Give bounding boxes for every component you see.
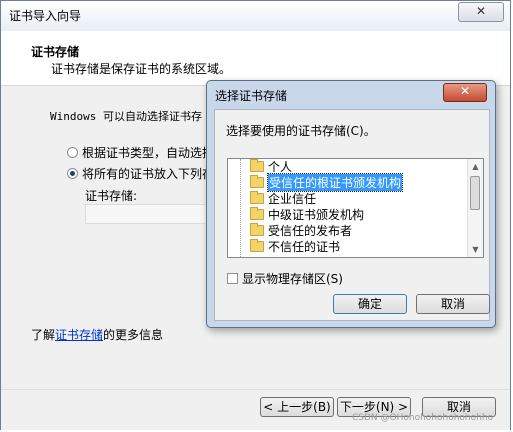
radio-manual[interactable] [67,167,78,179]
store-tree[interactable]: 个人 受信任的根证书颁发机构 企业信任 中级证书颁发机构 受信任的发布者 不信任… [227,158,484,258]
radio-auto[interactable] [67,146,78,158]
scroll-up-icon[interactable]: ▲ [468,159,483,174]
folder-icon [250,175,264,188]
learn-suffix: 的更多信息 [103,328,164,342]
tree-item-label: 个人 [268,160,293,174]
scroll-down-icon[interactable]: ▼ [468,242,483,257]
intro-text: Windows 可以自动选择证书存 [50,110,202,123]
tree-item[interactable]: 个人 [250,159,292,174]
dialog-close-button[interactable]: ✕ [443,83,487,102]
radio-manual-row[interactable]: 将所有的证书放入下列存 [67,165,214,181]
folder-icon [250,207,264,220]
learn-more: 了解证书存储的更多信息 [31,326,163,343]
wizard-close-button[interactable]: ✕ [458,2,504,22]
close-icon: ✕ [459,84,471,98]
dialog-cancel-button[interactable]: 取消 [416,294,490,314]
ok-button[interactable]: 确定 [333,294,407,314]
wizard-title: 证书导入向导 [9,9,82,23]
tree-item-selected[interactable]: 受信任的根证书颁发机构 [250,173,404,192]
tree-item-label: 中级证书颁发机构 [268,208,365,222]
learn-prefix: 了解 [31,328,56,342]
show-physical-row[interactable]: 显示物理存储区(S) [227,270,343,287]
page-title: 证书存储 [31,45,80,59]
dialog-title: 选择证书存储 [215,89,288,103]
tree-item-label: 受信任的根证书颁发机构 [266,173,404,192]
tree-scrollbar[interactable]: ▲ ▼ [467,159,483,257]
store-label: 证书存储: [85,189,138,203]
tree-item-label: 企业信任 [268,192,317,206]
select-store-dialog: 选择证书存储 ✕ 选择要使用的证书存储(C)。 个人 受信任的根证书颁发机构 企… [206,80,496,328]
dialog-prompt: 选择要使用的证书存储(C)。 [226,124,376,138]
folder-icon [250,239,264,252]
folder-icon [250,159,264,172]
folder-icon [250,223,264,236]
tree-item[interactable]: 企业信任 [250,191,316,206]
wizard-footer: < 上一步(B) 下一步(N) > 取消 [1,389,510,430]
tree-item-label: 不信任的证书 [268,240,341,254]
radio-auto-label: 根据证书类型，自动选择 [82,145,215,160]
tree-item[interactable]: 中级证书颁发机构 [250,207,364,222]
dialog-content: 选择要使用的证书存储(C)。 个人 受信任的根证书颁发机构 企业信任 中级证书颁… [214,109,490,321]
folder-icon [250,191,264,204]
wizard-titlebar: 证书导入向导 ✕ [1,1,510,31]
tree-item[interactable]: 受信任的发布者 [250,223,352,238]
wizard-header: 证书存储 证书存储是保存证书的系统区域。 [1,31,510,86]
back-button[interactable]: < 上一步(B) [260,397,334,417]
close-icon: ✕ [475,4,487,18]
tree-item-label: 受信任的发布者 [268,224,353,238]
show-physical-label: 显示物理存储区(S) [242,272,343,286]
radio-manual-label: 将所有的证书放入下列存 [82,166,215,181]
show-physical-checkbox[interactable] [227,273,238,284]
page-subtitle: 证书存储是保存证书的系统区域。 [51,62,232,76]
watermark: CSDN @OHohohohohohohohho [352,413,494,423]
learn-more-link[interactable]: 证书存储 [55,328,103,342]
radio-auto-row[interactable]: 根据证书类型，自动选择 [67,144,214,160]
tree-item[interactable]: 不信任的证书 [250,239,340,254]
scroll-thumb[interactable] [470,176,480,210]
